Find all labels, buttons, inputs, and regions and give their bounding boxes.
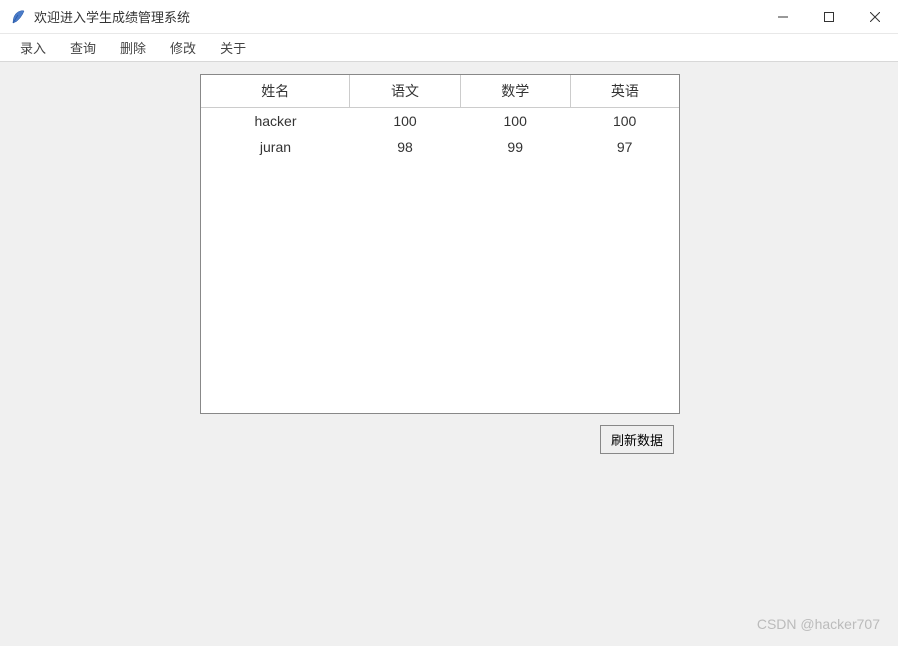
menu-delete[interactable]: 删除: [108, 34, 158, 61]
cell-english: 100: [570, 108, 679, 135]
cell-chinese: 98: [350, 134, 460, 160]
grades-table-container: 姓名 语文 数学 英语 hacker 100 100 100 juran: [200, 74, 680, 414]
menu-modify[interactable]: 修改: [158, 34, 208, 61]
titlebar: 欢迎进入学生成绩管理系统: [0, 0, 898, 34]
table-header-row: 姓名 语文 数学 英语: [201, 75, 679, 108]
tk-feather-icon: [10, 9, 26, 25]
header-english[interactable]: 英语: [570, 75, 679, 108]
close-button[interactable]: [852, 0, 898, 34]
minimize-button[interactable]: [760, 0, 806, 34]
cell-chinese: 100: [350, 108, 460, 135]
cell-math: 99: [460, 134, 570, 160]
content-area: 姓名 语文 数学 英语 hacker 100 100 100 juran: [0, 62, 898, 646]
watermark: CSDN @hacker707: [757, 616, 880, 632]
menu-query[interactable]: 查询: [58, 34, 108, 61]
window: 欢迎进入学生成绩管理系统 录入 查询 删除 修改 关于 姓名: [0, 0, 898, 646]
window-title: 欢迎进入学生成绩管理系统: [34, 7, 760, 26]
table-row[interactable]: hacker 100 100 100: [201, 108, 679, 135]
grades-table[interactable]: 姓名 语文 数学 英语 hacker 100 100 100 juran: [201, 75, 679, 160]
header-name[interactable]: 姓名: [201, 75, 350, 108]
cell-math: 100: [460, 108, 570, 135]
menu-input[interactable]: 录入: [8, 34, 58, 61]
maximize-button[interactable]: [806, 0, 852, 34]
cell-name: juran: [201, 134, 350, 160]
header-math[interactable]: 数学: [460, 75, 570, 108]
cell-english: 97: [570, 134, 679, 160]
cell-name: hacker: [201, 108, 350, 135]
window-controls: [760, 0, 898, 34]
header-chinese[interactable]: 语文: [350, 75, 460, 108]
refresh-button[interactable]: 刷新数据: [600, 425, 674, 454]
menu-about[interactable]: 关于: [208, 34, 258, 61]
table-row[interactable]: juran 98 99 97: [201, 134, 679, 160]
menubar: 录入 查询 删除 修改 关于: [0, 34, 898, 62]
